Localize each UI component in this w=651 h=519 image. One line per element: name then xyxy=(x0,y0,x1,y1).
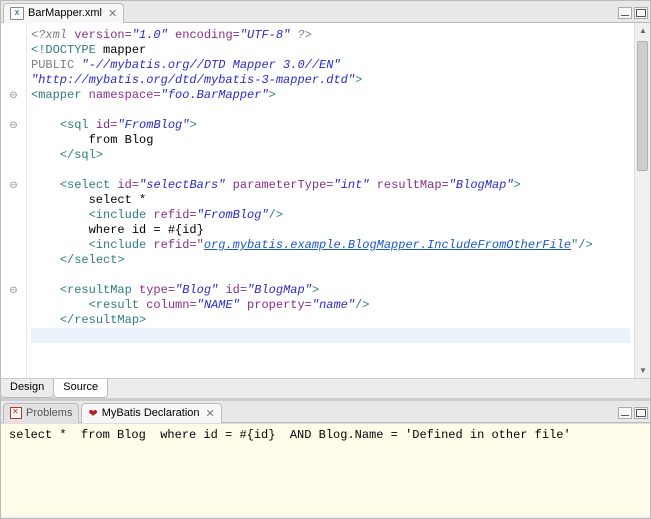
lower-tab-bar: Problems ❤ MyBatis Declaration ✕ xyxy=(1,401,650,423)
tab-mybatis-declaration[interactable]: ❤ MyBatis Declaration ✕ xyxy=(81,403,221,423)
scroll-down-icon[interactable]: ▼ xyxy=(639,366,647,375)
tab-mybatis-label: MyBatis Declaration xyxy=(102,407,200,419)
fold-icon[interactable]: ⊖ xyxy=(1,118,26,133)
maximize-icon[interactable] xyxy=(634,407,648,419)
vertical-scrollbar[interactable]: ▲ ▼ xyxy=(634,23,650,378)
code-content[interactable]: <?xml version="1.0" encoding="UTF-8" ?> … xyxy=(27,23,634,378)
scroll-up-icon[interactable]: ▲ xyxy=(639,26,647,35)
fold-icon[interactable]: ⊖ xyxy=(1,88,26,103)
editor-pane: X BarMapper.xml ✕ ⊖ ⊖ ⊖ ⊖ xyxy=(1,1,650,401)
gutter: ⊖ ⊖ ⊖ ⊖ xyxy=(1,23,27,378)
editor-tab-bar: X BarMapper.xml ✕ xyxy=(1,1,650,23)
xml-file-icon: X xyxy=(10,7,24,20)
maximize-icon[interactable] xyxy=(634,7,648,19)
mybatis-declaration-content[interactable]: select * from Blog where id = #{id} AND … xyxy=(1,423,650,516)
scroll-thumb[interactable] xyxy=(637,41,648,171)
refid-link[interactable]: org.mybatis.example.BlogMapper.IncludeFr… xyxy=(204,238,571,252)
fold-icon[interactable]: ⊖ xyxy=(1,178,26,193)
problems-icon xyxy=(10,407,22,419)
cursor-line xyxy=(31,328,630,343)
code-editor[interactable]: ⊖ ⊖ ⊖ ⊖ <?xml version="1.0" encoding="UT… xyxy=(1,23,650,378)
mybatis-icon: ❤ xyxy=(88,407,97,420)
close-icon[interactable]: ✕ xyxy=(108,7,117,20)
minimize-icon[interactable] xyxy=(618,407,632,419)
tab-problems[interactable]: Problems xyxy=(3,403,79,423)
minimize-icon[interactable] xyxy=(618,7,632,19)
editor-tab-barmapper[interactable]: X BarMapper.xml ✕ xyxy=(3,3,124,23)
editor-tab-label: BarMapper.xml xyxy=(28,7,102,19)
fold-icon[interactable]: ⊖ xyxy=(1,283,26,298)
close-icon[interactable]: ✕ xyxy=(206,407,215,420)
editor-bottom-tabs: Design Source xyxy=(1,378,650,398)
tab-design[interactable]: Design xyxy=(0,379,54,398)
tab-problems-label: Problems xyxy=(26,407,72,419)
tab-source[interactable]: Source xyxy=(53,379,108,398)
lower-pane: Problems ❤ MyBatis Declaration ✕ select … xyxy=(1,401,650,516)
